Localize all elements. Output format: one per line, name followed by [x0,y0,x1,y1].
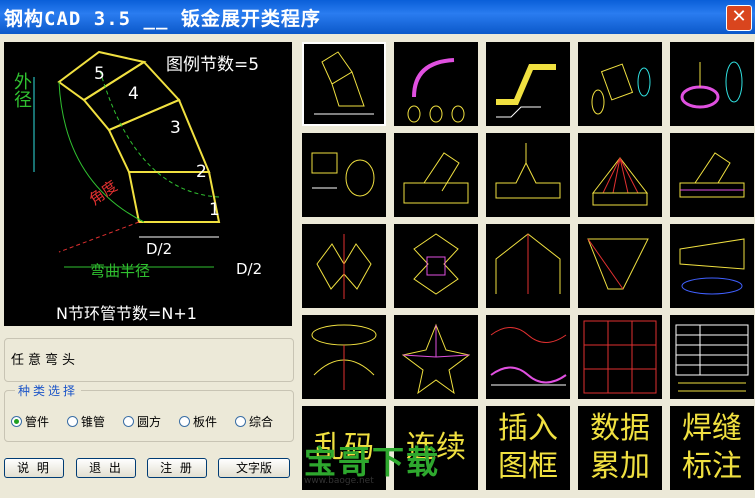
radio-dot[interactable] [179,416,190,427]
radio-label: 板件 [193,415,218,429]
elbow-label: 任意弯头 [11,353,80,368]
thumb-tee-dome[interactable] [670,42,754,126]
house-icon [495,233,561,294]
thumb-grid[interactable] [578,315,662,399]
radio-cone[interactable]: 锥管 [67,413,105,430]
branch-icon [403,152,469,204]
saddle-icon [679,152,745,198]
thumb-house[interactable] [486,224,570,308]
grid-icon [583,320,657,394]
thumb-cyl-cut[interactable] [302,133,386,217]
close-button[interactable]: ✕ [726,5,752,31]
star-icon [401,323,471,395]
thumb-table[interactable] [670,315,754,399]
radio-pipe[interactable]: 管件 [11,413,49,430]
radio-composite[interactable]: 综合 [235,413,273,430]
z-pipe-icon [496,64,556,118]
seg-3: 3 [170,118,181,138]
thumb-cone-long[interactable] [670,224,754,308]
window-title: 钢构CAD 3.5 __ 钣金展开类程序 [4,8,321,30]
radio-dot[interactable] [67,416,78,427]
ring-icon [311,324,377,390]
radio-round-square[interactable]: 圆方 [123,413,161,430]
table-icon [675,324,749,392]
radio-label: 圆方 [137,415,162,429]
cone-long-icon [679,238,745,295]
cross-icon [413,233,459,295]
thumb-ring[interactable] [302,315,386,399]
thumb-cross[interactable] [394,224,478,308]
radio-label: 锥管 [81,415,106,429]
pipe-y-icon [316,234,372,299]
formula-label: N节环管节数=N+1 [56,304,197,323]
watermark-url: www.baoge.net [304,476,374,486]
watermark: 宝哥下载 www.baoge.net [302,437,450,489]
cyl-cut-icon [311,152,375,197]
tee-dome-icon [680,61,743,109]
register-button[interactable]: 注 册 [147,458,207,478]
d2-label-a: D/2 [146,240,173,258]
d2-label-b: D/2 [236,260,263,278]
radio-plate[interactable]: 板件 [179,413,217,430]
text-cell-weld-mark[interactable]: 焊缝标注 [670,406,754,490]
thumb-saddle[interactable] [670,133,754,217]
elbow-7seg-icon [407,58,465,123]
preview-panel: 外径 图例节数=5 5 4 3 2 1 角度 D/2 弯曲半径 D/2 N节环管… [4,42,292,326]
radio-label: 综合 [249,415,274,429]
about-button[interactable]: 说 明 [4,458,64,478]
thumb-star[interactable] [394,315,478,399]
elbow-label-box: 任意弯头 [4,338,294,382]
thumb-trapezoid[interactable] [578,224,662,308]
radio-label: 管件 [25,415,50,429]
radio-dot[interactable] [123,416,134,427]
exit-button[interactable]: 退 出 [76,458,136,478]
thumb-y-tee[interactable] [486,133,570,217]
thumb-z-pipe[interactable] [486,42,570,126]
seg-1: 1 [209,200,220,220]
radio-dot[interactable] [11,416,22,427]
category-legend: 种类选择 [15,382,82,399]
text-cell-data-sum[interactable]: 数据累加 [578,406,662,490]
elbow-icon [314,51,374,115]
cone-fan-icon [591,157,649,206]
rect-round-icon [591,63,651,115]
thumb-wave[interactable] [486,315,570,399]
seg-5: 5 [94,64,105,84]
thumb-elbow[interactable] [302,42,386,126]
bend-radius-label: 弯曲半径 [90,262,151,280]
radio-dot[interactable] [235,416,246,427]
y-tee-icon [495,143,561,199]
text-cell-insert-frame[interactable]: 插入图框 [486,406,570,490]
thumbnail-grid: 乱码 连续 插入图框 数据累加 焊缝标注 [298,40,755,490]
thumb-cone-fan[interactable] [578,133,662,217]
outer-dia-label: 外径 [11,72,32,108]
thumb-pipe-y[interactable] [302,224,386,308]
thumb-rect-round[interactable] [578,42,662,126]
thumb-branch[interactable] [394,133,478,217]
segments-label: 图例节数=5 [166,55,260,75]
title-bar: 钢构CAD 3.5 __ 钣金展开类程序 ✕ [0,0,755,34]
thumb-elbow-7seg[interactable] [394,42,478,126]
category-group: 种类选择 管件 锥管 圆方 板件 综合 [4,382,294,442]
elbow-diagram [33,50,221,268]
seg-2: 2 [196,162,207,182]
seg-4: 4 [128,84,139,104]
wave-icon [490,327,567,386]
text-version-button[interactable]: 文字版 [218,458,290,478]
trapezoid-icon [587,238,649,290]
